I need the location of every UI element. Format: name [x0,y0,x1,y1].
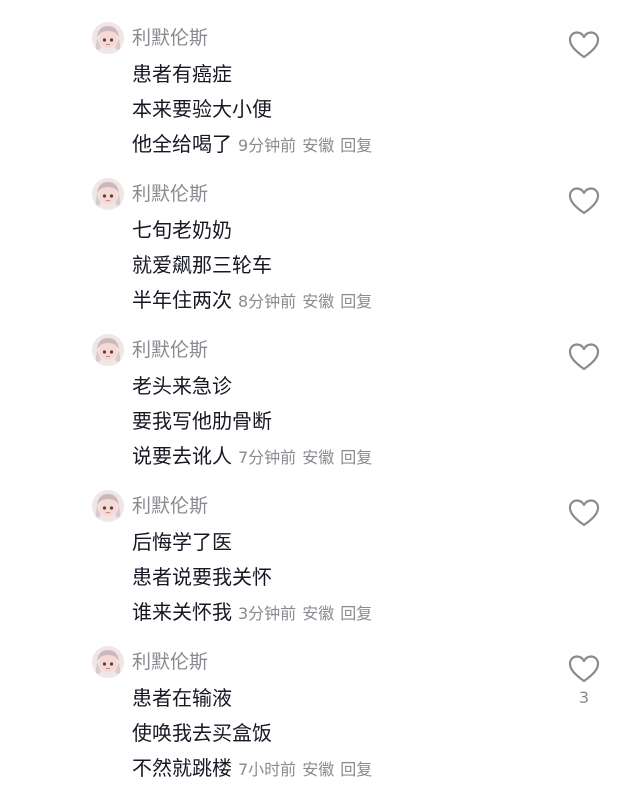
comment-time: 8分钟前 [238,292,297,311]
comment-location: 安徽 [302,604,335,623]
comment-meta: 9分钟前 安徽 回复 [238,136,378,155]
comment-text-line: 老头来急诊 [132,374,232,398]
comment-text-line-last: 说要去讹人 [132,444,232,468]
comment-meta: 7分钟前 安徽 回复 [238,448,378,467]
comment-username[interactable]: 利默伦斯 [132,180,208,208]
comment-username[interactable]: 利默伦斯 [132,336,208,364]
avatar[interactable] [92,22,124,54]
avatar[interactable] [92,334,124,366]
comment-text-line: 患者说要我关怀 [132,565,272,589]
heart-outline-icon [568,31,600,59]
comment-text-line: 患者有癌症 [132,62,232,86]
comment-username[interactable]: 利默伦斯 [132,648,208,676]
reply-button[interactable]: 回复 [340,292,372,311]
comment-text-line: 后悔学了医 [132,530,232,554]
comment-meta: 7小时前 安徽 回复 [238,760,378,779]
comment-time: 9分钟前 [238,136,297,155]
comment-item: 利默伦斯 患者在输液 使唤我去买盒饭 不然就跳楼 7小时前 安徽 回复 3 [0,624,623,780]
comment-location: 安徽 [302,136,335,155]
comment-time: 7小时前 [238,760,297,779]
comment-text-line-last: 不然就跳楼 [132,756,232,780]
comment-item: 利默伦斯 七旬老奶奶 就爱飙那三轮车 半年住两次 8分钟前 安徽 回复 [0,156,623,312]
avatar[interactable] [92,490,124,522]
comment-location: 安徽 [302,448,335,467]
comment-username[interactable]: 利默伦斯 [132,492,208,520]
heart-outline-icon [568,187,600,215]
comment-text-line: 要我写他肋骨断 [132,409,272,433]
like-button[interactable] [568,498,600,528]
comment-text-line: 使唤我去买盒饭 [132,721,272,745]
reply-button[interactable]: 回复 [340,448,372,467]
comment-text-line-last: 谁来关怀我 [132,600,232,624]
comment-meta: 8分钟前 安徽 回复 [238,292,378,311]
like-button[interactable] [568,342,600,372]
heart-outline-icon [568,499,600,527]
like-button[interactable] [568,30,600,60]
heart-outline-icon [568,343,600,371]
comment-text-line-last: 他全给喝了 [132,132,232,156]
reply-button[interactable]: 回复 [340,136,372,155]
comment-username[interactable]: 利默伦斯 [132,24,208,52]
reply-button[interactable]: 回复 [340,604,372,623]
heart-outline-icon [568,655,600,683]
comment-item: 利默伦斯 患者有癌症 本来要验大小便 他全给喝了 9分钟前 安徽 回复 [0,0,623,156]
comment-location: 安徽 [302,292,335,311]
comment-time: 3分钟前 [238,604,297,623]
comment-item: 利默伦斯 后悔学了医 患者说要我关怀 谁来关怀我 3分钟前 安徽 回复 [0,468,623,624]
reply-button[interactable]: 回复 [340,760,372,779]
comment-text-line: 不然就跳楼 7小时前 安徽 回复 [132,754,378,784]
avatar[interactable] [92,646,124,678]
comment-text-line: 七旬老奶奶 [132,218,232,242]
comment-time: 7分钟前 [238,448,297,467]
like-button[interactable] [568,654,600,684]
comment-location: 安徽 [302,760,335,779]
comment-text-line-last: 半年住两次 [132,288,232,312]
like-count: 3 [578,688,590,707]
avatar[interactable] [92,178,124,210]
comment-text-line: 本来要验大小便 [132,97,272,121]
comment-text-line: 就爱飙那三轮车 [132,253,272,277]
comment-meta: 3分钟前 安徽 回复 [238,604,378,623]
comment-item: 利默伦斯 老头来急诊 要我写他肋骨断 说要去讹人 7分钟前 安徽 回复 [0,312,623,468]
like-button[interactable] [568,186,600,216]
comment-text-line: 患者在输液 [132,686,232,710]
